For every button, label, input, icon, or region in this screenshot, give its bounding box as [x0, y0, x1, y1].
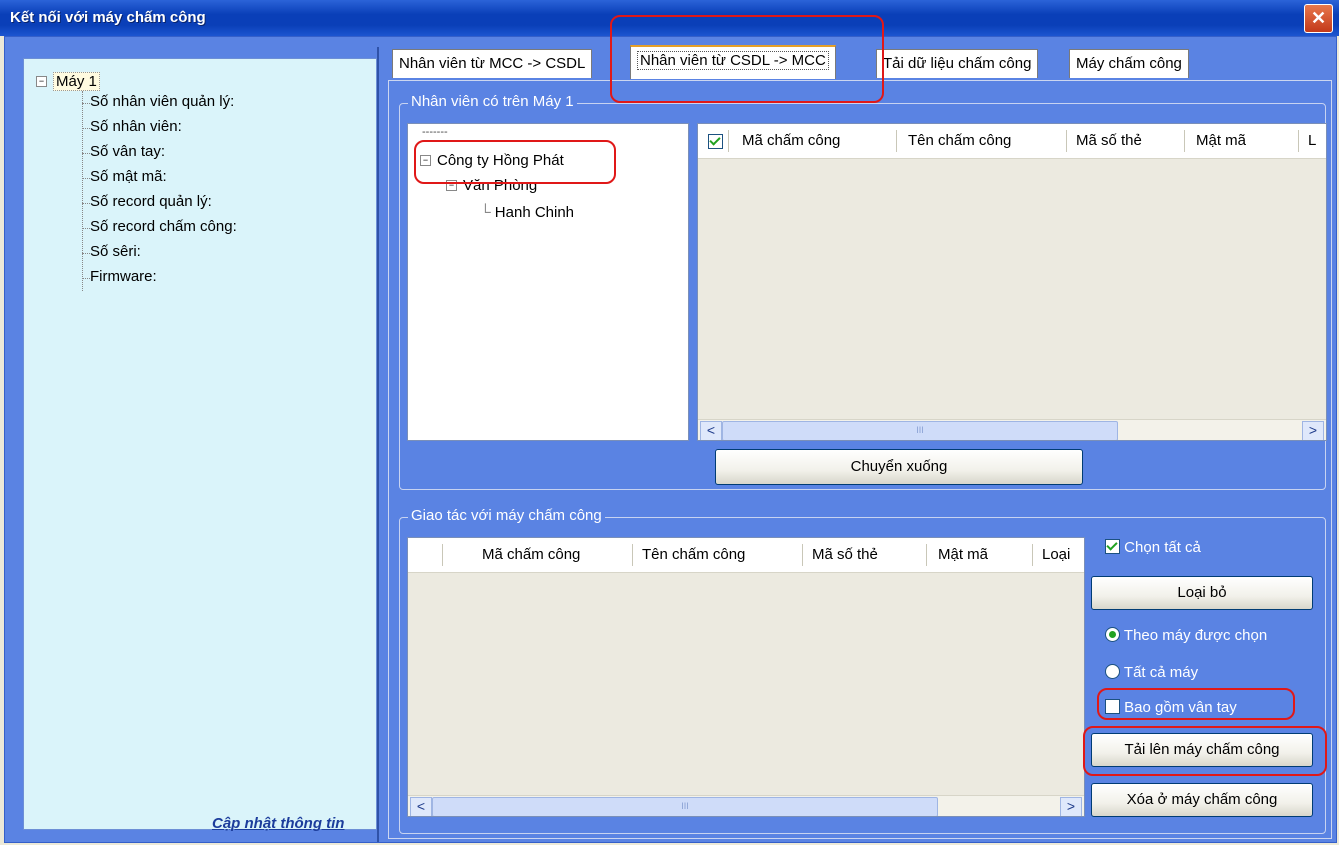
col-ten-cham-cong[interactable]: Tên chấm công: [908, 132, 1011, 149]
annotation-highlight: [1097, 688, 1295, 720]
app-window: Kết nối với máy chấm công ✕ − Máy 1 Số nh…: [0, 0, 1339, 845]
tree-connector: └: [480, 204, 495, 221]
radio-icon: [1105, 664, 1120, 679]
col-mat-ma[interactable]: Mật mã: [1196, 132, 1246, 149]
tree-item-fingerprints[interactable]: Số vân tay:: [90, 143, 165, 160]
grid-select-all-checkbox[interactable]: [708, 134, 723, 149]
window-title: Kết nối với máy chấm công: [10, 9, 206, 26]
org-node-admin-label: Hanh Chinh: [494, 204, 575, 221]
tree-branch: [82, 103, 90, 104]
splitter[interactable]: [377, 47, 379, 842]
tree-item-managers[interactable]: Số nhân viên quản lý:: [90, 93, 234, 110]
checkbox-icon: [1105, 539, 1120, 554]
radio-selected-machine[interactable]: Theo máy được chọn: [1105, 627, 1267, 644]
column-separator: [926, 544, 927, 566]
select-all-label: Chọn tất cả: [1124, 539, 1201, 556]
update-info-link[interactable]: Cập nhật thông tin: [212, 815, 344, 832]
employees-grid-header: Mã chấm công Tên chấm công Mã số thẻ Mật…: [698, 124, 1326, 159]
tree-branch: [82, 178, 90, 179]
tree-root-may1[interactable]: − Máy 1: [36, 72, 100, 91]
col-loai-2[interactable]: Loại: [1042, 546, 1070, 563]
tab-machines[interactable]: Máy chấm công: [1069, 49, 1189, 78]
column-separator: [728, 130, 729, 152]
column-separator: [1032, 544, 1033, 566]
employees-grid[interactable]: Mã chấm công Tên chấm công Mã số thẻ Mật…: [697, 123, 1327, 441]
col-ma-so-the[interactable]: Mã số thẻ: [1076, 132, 1142, 149]
column-separator: [896, 130, 897, 152]
tree-item-serial[interactable]: Số sêri:: [90, 243, 141, 260]
column-separator: [802, 544, 803, 566]
scroll-left-icon[interactable]: <: [410, 797, 432, 816]
tree-item-passwords[interactable]: Số mật mã:: [90, 168, 167, 185]
remove-button[interactable]: Loại bỏ: [1091, 576, 1313, 610]
annotation-highlight: [610, 15, 884, 103]
radio-icon: [1105, 627, 1120, 642]
collapse-icon[interactable]: −: [36, 76, 47, 87]
machine-grid-header: Mã chấm công Tên chấm công Mã số thẻ Mật…: [408, 538, 1084, 573]
org-node-admin[interactable]: └ Hanh Chinh: [480, 204, 574, 221]
annotation-highlight: [1083, 726, 1327, 776]
tree-branch: [82, 278, 90, 279]
radio-all-machines-label: Tất cả máy: [1123, 664, 1199, 681]
col-ma-cham-cong-2[interactable]: Mã chấm công: [482, 546, 580, 563]
column-separator: [1066, 130, 1067, 152]
tab-mcc-to-db[interactable]: Nhân viên từ MCC -> CSDL: [392, 49, 593, 78]
col-ma-so-the-2[interactable]: Mã số thẻ: [812, 546, 878, 563]
tree-item-employees[interactable]: Số nhân viên:: [90, 118, 182, 135]
annotation-highlight: [414, 140, 616, 184]
tree-branch: [82, 153, 90, 154]
tree-branch: [82, 253, 90, 254]
org-tree-root: -------: [422, 126, 448, 138]
machine-grid[interactable]: Mã chấm công Tên chấm công Mã số thẻ Mật…: [407, 537, 1085, 817]
machine-hscroll[interactable]: < III >: [408, 795, 1084, 816]
col-ten-cham-cong-2[interactable]: Tên chấm công: [642, 546, 745, 563]
delete-on-machine-button[interactable]: Xóa ở máy chấm công: [1091, 783, 1313, 817]
scroll-thumb[interactable]: III: [432, 797, 938, 816]
scroll-thumb[interactable]: III: [722, 421, 1118, 440]
column-separator: [632, 544, 633, 566]
tree-item-firmware[interactable]: Firmware:: [90, 268, 157, 285]
col-mat-ma-2[interactable]: Mật mã: [938, 546, 988, 563]
tree-branch: [82, 128, 90, 129]
column-separator: [442, 544, 443, 566]
tree-line: [82, 91, 83, 291]
employees-group-title: Nhân viên có trên Máy 1: [408, 93, 577, 110]
tree-branch: [82, 228, 90, 229]
tree-root-label: Máy 1: [53, 72, 100, 91]
close-icon[interactable]: ✕: [1304, 4, 1333, 33]
col-ma-cham-cong[interactable]: Mã chấm công: [742, 132, 840, 149]
tree-item-manager-records[interactable]: Số record quản lý:: [90, 193, 212, 210]
employees-hscroll[interactable]: < III >: [698, 419, 1326, 440]
move-down-button[interactable]: Chuyển xuống: [715, 449, 1083, 485]
tab-download-attendance[interactable]: Tải dữ liệu chấm công: [876, 49, 1039, 78]
radio-selected-machine-label: Theo máy được chọn: [1123, 627, 1268, 644]
scroll-right-icon[interactable]: >: [1060, 797, 1082, 816]
tree-branch: [82, 203, 90, 204]
machine-info-panel: − Máy 1 Số nhân viên quản lý: Số nhân viê…: [23, 58, 377, 832]
select-all-checkbox[interactable]: Chọn tất cả: [1105, 539, 1201, 556]
machine-group-title: Giao tác với máy chấm công: [408, 507, 605, 524]
column-separator: [1184, 130, 1185, 152]
scroll-right-icon[interactable]: >: [1302, 421, 1324, 440]
radio-all-machines[interactable]: Tất cả máy: [1105, 664, 1198, 681]
column-separator: [1298, 130, 1299, 152]
col-loai[interactable]: L: [1308, 132, 1316, 149]
scroll-left-icon[interactable]: <: [700, 421, 722, 440]
tree-item-attendance-records[interactable]: Số record chấm công:: [90, 218, 237, 235]
